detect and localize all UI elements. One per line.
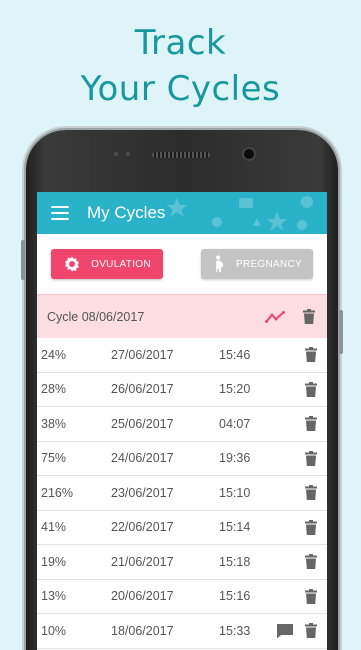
pregnancy-button[interactable]: PREGNANCY: [201, 249, 313, 279]
ovulation-button[interactable]: OVULATION: [51, 249, 163, 279]
app-bar: My Cycles: [37, 192, 327, 234]
reading-percent: 38%: [41, 416, 67, 431]
promo-headline: Track Your Cycles: [0, 20, 361, 112]
promo-line-1: Track: [134, 23, 227, 63]
power-button: [339, 310, 343, 354]
reading-date: 26/06/2017: [111, 382, 174, 397]
reading-time: 19:36: [219, 451, 251, 466]
phone-screen: My Cycles OVULATION PREGNANCY Cycle 08/0…: [37, 192, 327, 650]
reading-percent: 216%: [41, 485, 73, 500]
list-item[interactable]: 216% 23/06/2017 15:10: [37, 476, 327, 511]
reading-date: 27/06/2017: [111, 347, 174, 362]
cycle-title: Cycle 08/06/2017: [47, 309, 145, 324]
reading-percent: 75%: [41, 451, 67, 466]
front-camera: [244, 149, 254, 159]
reading-percent: 28%: [41, 382, 67, 397]
earpiece-speaker: [152, 152, 210, 158]
reading-date: 25/06/2017: [111, 416, 174, 431]
reading-date: 20/06/2017: [111, 589, 174, 604]
trash-icon[interactable]: [305, 347, 317, 363]
trash-icon[interactable]: [305, 485, 317, 501]
reading-list: 24% 27/06/2017 15:46 28% 26/06/2017 15:20 38% 2…: [37, 338, 327, 649]
reading-percent: 41%: [41, 520, 67, 535]
app-title: My Cycles: [87, 203, 166, 222]
list-item[interactable]: 38% 25/06/2017 04:07: [37, 407, 327, 442]
volume-button: [21, 240, 25, 280]
trash-icon[interactable]: [305, 416, 317, 432]
reading-date: 21/06/2017: [111, 554, 174, 569]
promo-line-2: Your Cycles: [80, 69, 281, 109]
trash-icon[interactable]: [303, 309, 315, 324]
reading-time: 15:33: [219, 623, 251, 638]
pregnancy-label: PREGNANCY: [235, 258, 303, 270]
ovulation-label: OVULATION: [91, 258, 151, 270]
appbar-pattern: [167, 196, 313, 231]
comment-icon[interactable]: [276, 623, 294, 639]
list-item[interactable]: 19% 21/06/2017 15:18: [37, 545, 327, 580]
trash-icon[interactable]: [305, 623, 317, 639]
trash-icon[interactable]: [305, 450, 317, 466]
list-item[interactable]: 28% 26/06/2017 15:20: [37, 373, 327, 407]
list-item[interactable]: 41% 22/06/2017 15:14: [37, 511, 327, 545]
reading-time: 15:14: [219, 520, 251, 535]
reading-date: 18/06/2017: [111, 623, 174, 638]
reading-time: 04:07: [219, 416, 251, 431]
mode-toggle-row: OVULATION PREGNANCY: [37, 234, 327, 294]
list-item[interactable]: 13% 20/06/2017 15:16: [37, 580, 327, 614]
reading-date: 22/06/2017: [111, 520, 174, 535]
reading-percent: 19%: [41, 554, 67, 569]
list-item[interactable]: 75% 24/06/2017 19:36: [37, 442, 327, 476]
cycle-header[interactable]: Cycle 08/06/2017: [37, 294, 327, 338]
reading-time: 15:10: [219, 485, 251, 500]
list-item[interactable]: 10% 18/06/2017 15:33: [37, 614, 327, 649]
phone-frame: My Cycles OVULATION PREGNANCY Cycle 08/0…: [21, 130, 343, 650]
reading-percent: 13%: [41, 589, 67, 604]
hamburger-icon[interactable]: [51, 206, 69, 220]
reading-time: 15:16: [219, 589, 251, 604]
trash-icon[interactable]: [305, 588, 317, 604]
reading-date: 23/06/2017: [111, 485, 174, 500]
trash-icon[interactable]: [305, 554, 317, 570]
reading-date: 24/06/2017: [111, 451, 174, 466]
reading-time: 15:20: [219, 382, 251, 397]
reading-time: 15:18: [219, 554, 251, 569]
sensor-dot: [114, 152, 118, 156]
sensor-dot: [126, 152, 130, 156]
pregnant-woman-icon: [216, 255, 224, 273]
trending-up-icon[interactable]: [265, 310, 285, 324]
reading-percent: 10%: [41, 623, 67, 638]
reading-percent: 24%: [41, 347, 67, 362]
trash-icon[interactable]: [305, 381, 317, 397]
list-item[interactable]: 24% 27/06/2017 15:46: [37, 338, 327, 373]
trash-icon[interactable]: [305, 519, 317, 535]
reading-time: 15:46: [219, 347, 251, 362]
gear-flower-icon: [65, 256, 80, 272]
